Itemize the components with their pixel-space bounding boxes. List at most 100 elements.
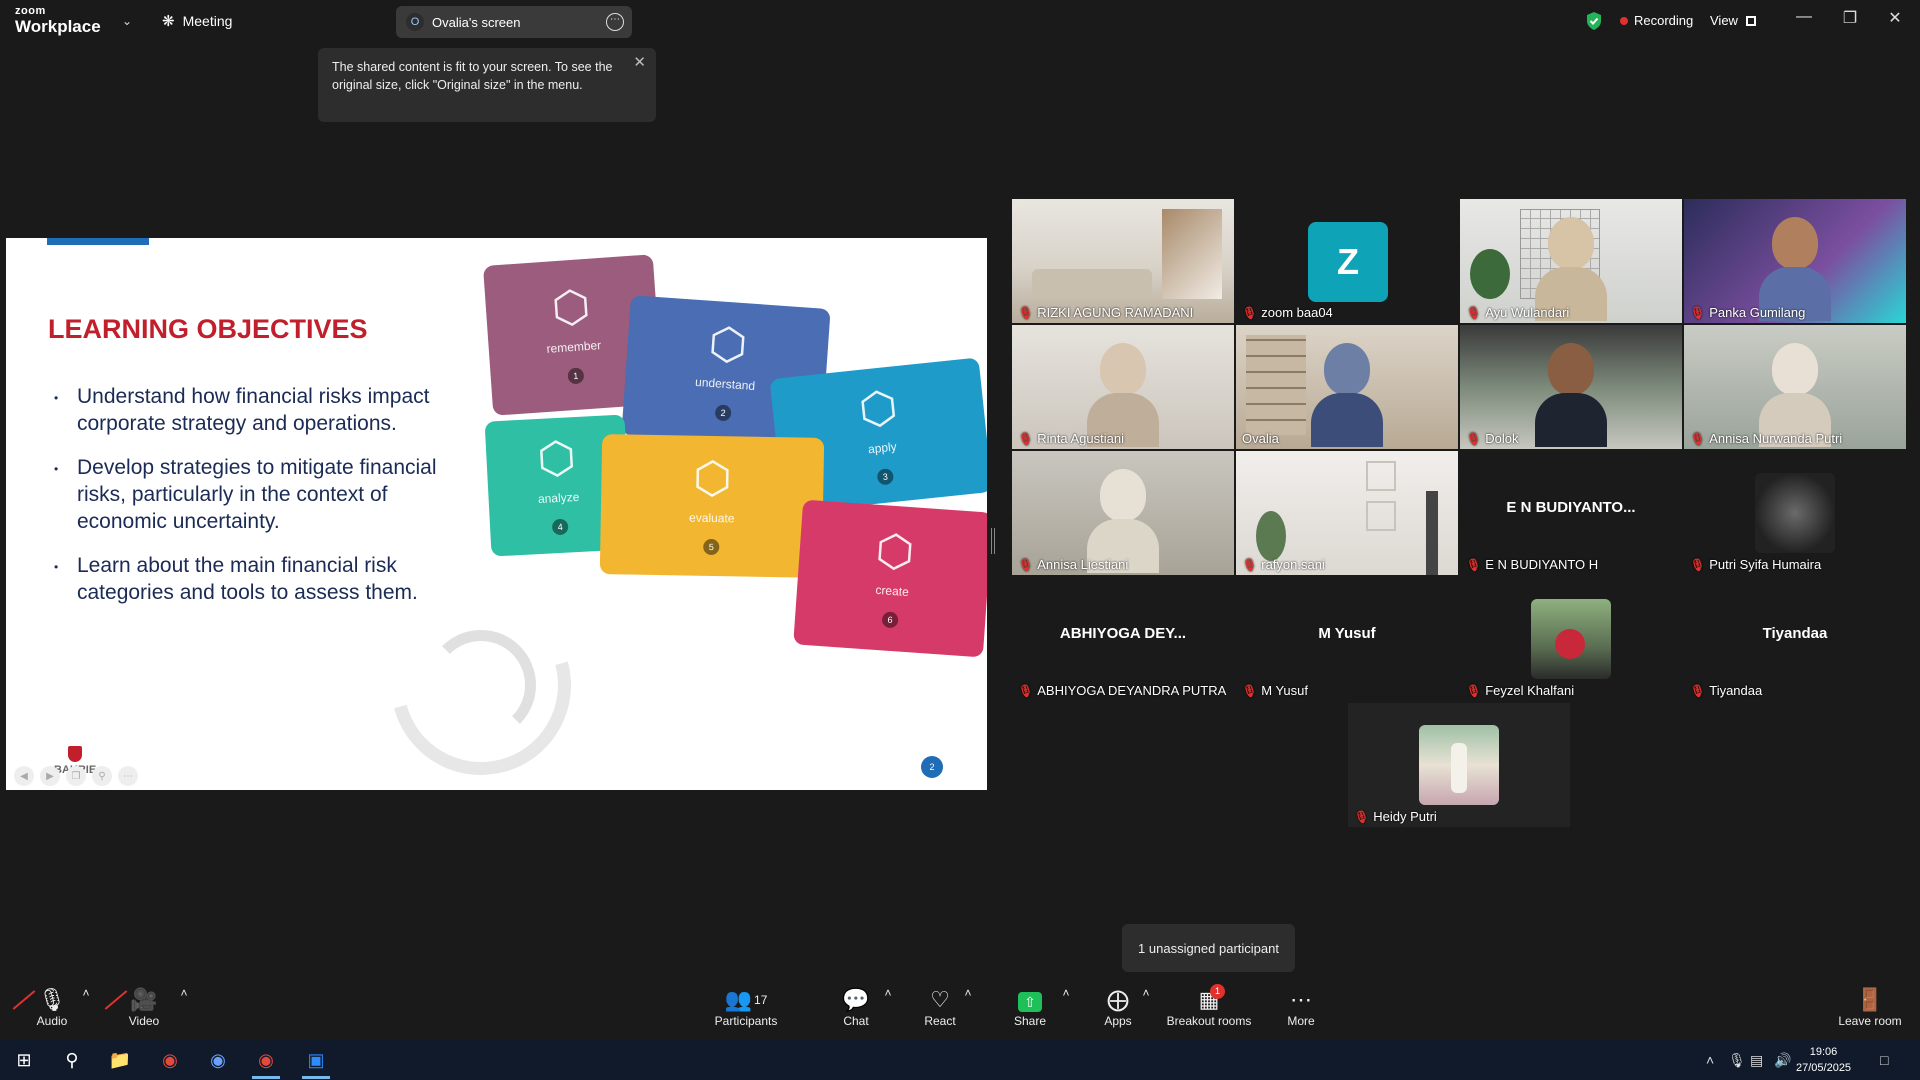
file-explorer-icon[interactable]: 📁 xyxy=(100,1046,140,1074)
close-icon[interactable]: ✕ xyxy=(633,54,646,72)
video-tile[interactable]: E N BUDIYANTO... 🎙 E N BUDIYANTO H xyxy=(1460,451,1682,575)
muted-mic-icon: 🎙 xyxy=(1018,683,1034,698)
system-clock[interactable]: 19:06 27/05/2025 xyxy=(1796,1044,1851,1076)
copy-icon[interactable]: ❐ xyxy=(66,766,86,786)
chrome-profile-icon[interactable]: ◉ xyxy=(246,1046,286,1079)
close-icon[interactable]: ✕ xyxy=(1873,8,1917,28)
card-evaluate: ⬡ evaluate 5 xyxy=(599,434,825,578)
video-tile[interactable]: 🎙 Panka Gumilang xyxy=(1684,199,1906,323)
title-bar: zoom Workplace ⌄ ❋ Meeting O Ovalia's sc… xyxy=(0,0,1920,44)
muted-mic-icon: 🎙 xyxy=(1690,431,1706,446)
more-button[interactable]: ⋯ More xyxy=(1261,986,1341,1028)
notifications-icon[interactable]: □ xyxy=(1880,1052,1888,1068)
restore-icon[interactable]: ❐ xyxy=(1828,8,1872,28)
muted-mic-icon: 🎙 xyxy=(1466,431,1482,446)
recording-label: Recording xyxy=(1634,13,1694,28)
muted-mic-icon: 🎙 xyxy=(1354,809,1370,824)
more-icon[interactable]: ⋯ xyxy=(118,766,138,786)
minimize-icon[interactable]: — xyxy=(1782,8,1826,26)
tooltip-text: The shared content is fit to your screen… xyxy=(332,60,613,92)
card-label: evaluate xyxy=(688,510,735,526)
tray-chevron-icon[interactable]: ˄ xyxy=(1706,1052,1714,1068)
more-options-icon[interactable]: ⋯ xyxy=(606,13,624,31)
participant-name-large: E N BUDIYANTO... xyxy=(1506,499,1636,516)
chat-options-caret-icon[interactable]: ˄ xyxy=(882,986,894,1000)
chevron-down-icon[interactable]: ⌄ xyxy=(122,14,132,28)
split-view-handle[interactable] xyxy=(991,528,995,554)
leave-room-button[interactable]: 🚪 Leave room xyxy=(1830,986,1910,1028)
video-tile[interactable]: 🎙 Rinta Agustiani xyxy=(1012,325,1234,449)
video-tile[interactable]: 🎙 Annisa Nurwanda Putri xyxy=(1684,325,1906,449)
view-button[interactable]: View xyxy=(1710,13,1756,28)
participant-name: Putri Syifa Humaira xyxy=(1709,557,1822,572)
video-tile[interactable]: M Yusuf 🎙 M Yusuf xyxy=(1236,577,1458,701)
bullet-text: Develop strategies to mitigate financial… xyxy=(77,456,437,533)
network-icon[interactable]: ▤ xyxy=(1750,1052,1763,1069)
page-badge: 2 xyxy=(921,756,943,778)
share-options-caret-icon[interactable]: ˄ xyxy=(1060,986,1072,1000)
video-tile[interactable]: 🎙 Feyzel Khalfani xyxy=(1460,577,1682,701)
microphone-tray-icon[interactable]: 🎙 xyxy=(1728,1052,1746,1069)
react-options-caret-icon[interactable]: ˄ xyxy=(962,986,974,1000)
bloom-taxonomy-graphic: ⬡ remember 1 ⬡ understand 2 ⬡ analyze 4 … xyxy=(476,248,987,668)
video-options-caret-icon[interactable]: ˄ xyxy=(178,986,190,1000)
video-tile[interactable]: Tiyandaa 🎙 Tiyandaa xyxy=(1684,577,1906,701)
video-tile-active-speaker[interactable]: Ovalia xyxy=(1236,325,1458,449)
card-number: 2 xyxy=(714,404,732,422)
participant-name: Panka Gumilang xyxy=(1709,305,1806,320)
participant-name: Annisa Liestiani xyxy=(1037,557,1129,572)
search-icon[interactable]: ⚲ xyxy=(52,1046,92,1074)
card-number: 4 xyxy=(551,518,569,535)
shared-screen[interactable]: LEARNING OBJECTIVES • Understand how fina… xyxy=(6,238,987,790)
video-tile[interactable]: 🎙 Ayu Wulandari xyxy=(1460,199,1682,323)
muted-mic-icon: 🎙 xyxy=(1466,557,1482,572)
participant-name: rafyon.sani xyxy=(1261,557,1325,572)
meeting-menu[interactable]: ❋ Meeting xyxy=(162,12,232,30)
card-number: 3 xyxy=(876,467,895,486)
chrome-icon[interactable]: ◉ xyxy=(150,1046,190,1074)
zoom-taskbar-icon[interactable]: ▣ xyxy=(296,1046,336,1079)
muted-mic-icon: 🎙 xyxy=(1242,683,1258,698)
muted-mic-icon: 🎙 xyxy=(1242,557,1258,572)
recording-indicator[interactable]: Recording xyxy=(1620,13,1693,28)
muted-mic-icon: 🎙 xyxy=(1466,305,1482,320)
zoom-icon[interactable]: ⚲ xyxy=(92,766,112,786)
participants-button[interactable]: 👥 17 Participants xyxy=(706,986,786,1028)
muted-mic-icon: 🎙 xyxy=(1466,683,1482,698)
start-icon[interactable]: ⊞ xyxy=(4,1046,44,1074)
video-tile[interactable]: 🎙 Heidy Putri xyxy=(1348,703,1570,827)
meeting-icon: ❋ xyxy=(162,13,175,30)
recording-dot-icon xyxy=(1620,16,1628,25)
video-tile[interactable]: 🎙 Putri Syifa Humaira xyxy=(1684,451,1906,575)
view-label: View xyxy=(1710,13,1738,28)
encryption-shield-icon[interactable] xyxy=(1585,11,1603,31)
apps-options-caret-icon[interactable]: ˄ xyxy=(1140,986,1152,1000)
video-tile[interactable]: 🎙 Dolok xyxy=(1460,325,1682,449)
participant-name: ABHIYOGA DEYANDRA PUTRA xyxy=(1037,683,1227,698)
breakout-rooms-button[interactable]: ▦ 1 Breakout rooms xyxy=(1164,984,1254,1028)
volume-icon[interactable]: 🔊 xyxy=(1774,1052,1791,1069)
logo-shield-icon xyxy=(68,746,83,762)
screen-share-pill[interactable]: O Ovalia's screen ⋯ xyxy=(396,6,632,38)
video-tile[interactable]: 🎙 Annisa Liestiani xyxy=(1012,451,1234,575)
video-button[interactable]: 🎥 Video xyxy=(104,986,184,1028)
avatar-letter: Z xyxy=(1308,222,1388,302)
video-off-icon: 🎥 xyxy=(104,986,184,1014)
cube-icon: ⬡ xyxy=(692,453,733,504)
next-slide-icon[interactable]: ▶ xyxy=(40,766,60,786)
clock-date: 27/05/2025 xyxy=(1796,1062,1852,1074)
prev-slide-icon[interactable]: ◀ xyxy=(14,766,34,786)
video-tile[interactable]: ABHIYOGA DEY... 🎙 ABHIYOGA DEYANDRA PUTRA xyxy=(1012,577,1234,701)
video-tile[interactable]: Z 🎙 zoom baa04 xyxy=(1236,199,1458,323)
audio-options-caret-icon[interactable]: ˄ xyxy=(80,986,92,1000)
browser-icon[interactable]: ◉ xyxy=(198,1046,238,1074)
cube-icon: ⬡ xyxy=(536,432,578,484)
video-tile[interactable]: 🎙 rafyon.sani xyxy=(1236,451,1458,575)
zoom-logo[interactable]: zoom Workplace xyxy=(15,5,101,36)
participants-label: Participants xyxy=(714,1014,778,1028)
video-tile[interactable]: 🎙 RIZKI AGUNG RAMADANI xyxy=(1012,199,1234,323)
participant-name-large: ABHIYOGA DEY... xyxy=(1059,625,1187,642)
share-button[interactable]: ⇧ Share xyxy=(990,986,1070,1028)
muted-mic-icon: 🎙 xyxy=(1690,557,1706,572)
brand-top: zoom xyxy=(15,5,46,17)
